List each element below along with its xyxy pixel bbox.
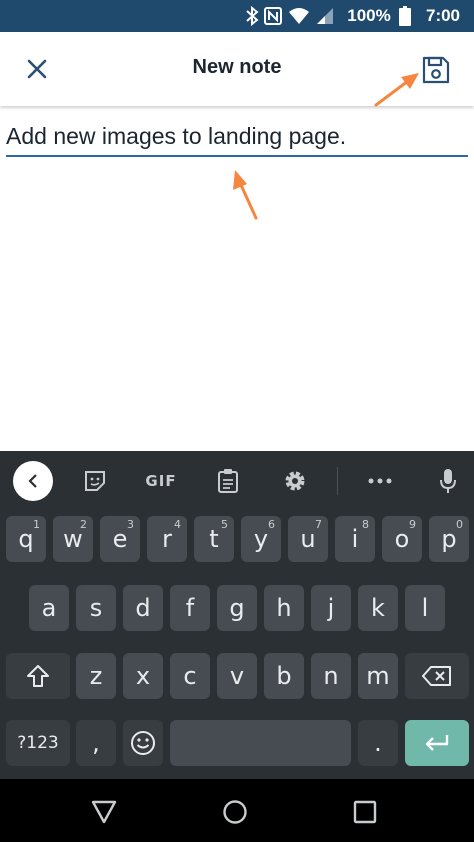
key-p[interactable]: p0	[429, 516, 469, 562]
key-hint: 8	[362, 518, 369, 531]
keyboard-collapse-button[interactable]	[13, 461, 53, 501]
key-x[interactable]: x	[123, 653, 163, 699]
key-w[interactable]: w2	[53, 516, 93, 562]
sticker-icon	[85, 471, 105, 491]
keyboard: GIF q1 w2 e3 r4 t5 y6 u7 i8 o9 p0 a s d …	[0, 451, 474, 779]
signal-icon	[315, 0, 335, 32]
nav-back-button[interactable]	[89, 797, 119, 827]
key-hint: 1	[33, 518, 40, 531]
more-button[interactable]	[360, 461, 400, 501]
nfc-icon	[263, 0, 283, 32]
key-h[interactable]: h	[264, 585, 304, 631]
nav-home-button[interactable]	[220, 797, 250, 827]
key-e[interactable]: e3	[100, 516, 140, 562]
key-hint: 6	[268, 518, 275, 531]
bluetooth-icon	[243, 0, 261, 32]
back-icon	[28, 474, 37, 488]
key-o[interactable]: o9	[382, 516, 422, 562]
enter-key[interactable]	[405, 720, 469, 766]
save-button[interactable]	[416, 50, 456, 90]
key-hint: 5	[221, 518, 228, 531]
period-key[interactable]: .	[358, 720, 398, 766]
key-z[interactable]: z	[76, 653, 116, 699]
key-j[interactable]: j	[311, 585, 351, 631]
sticker-button[interactable]	[75, 461, 115, 501]
emoji-key[interactable]	[123, 720, 163, 766]
battery-icon	[398, 0, 412, 32]
space-key[interactable]	[170, 720, 351, 766]
shift-key[interactable]	[6, 653, 70, 699]
app-bar: New note	[0, 32, 474, 106]
status-bar: 100% 7:00	[0, 0, 474, 32]
screen: 100% 7:00 New note GIF	[0, 0, 474, 842]
enter-icon	[425, 735, 449, 751]
clipboard-icon	[218, 469, 238, 493]
shift-icon	[27, 665, 49, 687]
wifi-icon	[287, 0, 311, 32]
key-f[interactable]: f	[170, 585, 210, 631]
key-b[interactable]: b	[264, 653, 304, 699]
home-circle-icon	[223, 800, 247, 824]
key-l[interactable]: l	[405, 585, 445, 631]
back-triangle-icon	[91, 800, 117, 824]
key-i[interactable]: i8	[335, 516, 375, 562]
key-u[interactable]: u7	[288, 516, 328, 562]
emoji-icon	[131, 731, 155, 755]
key-q[interactable]: q1	[6, 516, 46, 562]
key-y[interactable]: y6	[241, 516, 281, 562]
key-m[interactable]: m	[358, 653, 398, 699]
gif-button[interactable]: GIF	[139, 461, 183, 501]
note-input[interactable]	[6, 117, 468, 157]
symbols-key[interactable]: ?123	[6, 720, 70, 766]
key-n[interactable]: n	[311, 653, 351, 699]
settings-icon	[285, 471, 305, 491]
key-hint: 0	[456, 518, 463, 531]
key-hint: 2	[80, 518, 87, 531]
key-hint: 9	[409, 518, 416, 531]
page-title: New note	[192, 56, 282, 78]
backspace-icon	[422, 666, 451, 686]
clock: 7:00	[425, 6, 461, 25]
backspace-key[interactable]	[405, 653, 469, 699]
mic-icon	[440, 469, 456, 493]
key-v[interactable]: v	[217, 653, 257, 699]
key-d[interactable]: d	[123, 585, 163, 631]
key-g[interactable]: g	[217, 585, 257, 631]
voice-input-button[interactable]	[428, 461, 468, 501]
recents-square-icon	[353, 800, 377, 824]
key-r[interactable]: r4	[147, 516, 187, 562]
toolbar-divider	[337, 467, 338, 495]
clipboard-button[interactable]	[208, 461, 248, 501]
arrow-to-note-input	[233, 170, 258, 220]
key-a[interactable]: a	[29, 585, 69, 631]
key-s[interactable]: s	[76, 585, 116, 631]
key-hint: 7	[315, 518, 322, 531]
key-t[interactable]: t5	[194, 516, 234, 562]
key-c[interactable]: c	[170, 653, 210, 699]
navigation-bar	[0, 779, 474, 842]
key-hint: 3	[127, 518, 134, 531]
key-hint: 4	[174, 518, 181, 531]
comma-key[interactable]: ,	[76, 720, 116, 766]
save-icon	[422, 56, 450, 84]
key-k[interactable]: k	[358, 585, 398, 631]
more-icon	[368, 478, 392, 484]
nav-recents-button[interactable]	[350, 797, 380, 827]
settings-button[interactable]	[275, 461, 315, 501]
battery-text: 100%	[347, 6, 391, 25]
